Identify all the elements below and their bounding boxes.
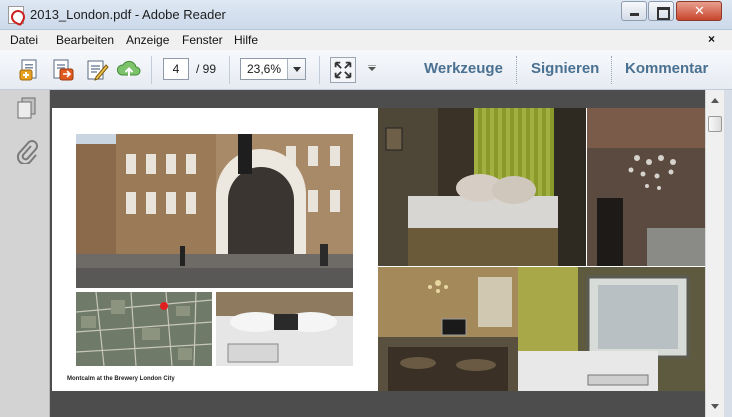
adobe-reader-icon [8, 6, 24, 24]
maximize-button[interactable] [648, 1, 674, 21]
navigation-pane [0, 90, 50, 417]
attachments-icon[interactable] [16, 140, 38, 164]
scroll-thumb[interactable] [708, 116, 722, 132]
chandelier-photo [587, 108, 705, 266]
scroll-down-icon[interactable] [711, 404, 719, 413]
menu-bearbeiten[interactable]: Bearbeiten [56, 33, 114, 47]
vertical-scrollbar[interactable] [705, 90, 724, 417]
title-bar: 2013_London.pdf - Adobe Reader [0, 0, 732, 30]
page-total: / 99 [196, 62, 217, 76]
menu-bar: Datei Bearbeiten Anzeige Fenster Hilfe × [0, 30, 732, 50]
location-map-image [76, 292, 212, 366]
window-border [724, 90, 732, 417]
fit-page-icon[interactable] [330, 57, 356, 83]
toolbar-separator [611, 56, 612, 84]
menu-fenster[interactable]: Fenster [182, 33, 223, 47]
menu-anzeige[interactable]: Anzeige [126, 33, 169, 47]
scroll-up-icon[interactable] [711, 94, 719, 103]
toolbar-options-icon[interactable] [368, 65, 376, 71]
werkzeuge-tab[interactable]: Werkzeuge [424, 60, 503, 77]
close-document-button[interactable]: × [708, 32, 715, 46]
signieren-tab[interactable]: Signieren [531, 60, 599, 77]
hotel-exterior-photo [76, 134, 353, 288]
create-pdf-icon[interactable] [17, 57, 43, 83]
zoom-select[interactable]: 23,6% [240, 58, 306, 80]
page-number-input[interactable]: 4 [163, 58, 189, 80]
chevron-down-icon[interactable] [287, 59, 305, 79]
kommentar-tab[interactable]: Kommentar [625, 60, 708, 77]
menu-hilfe[interactable]: Hilfe [234, 33, 258, 47]
close-window-button[interactable] [676, 1, 722, 21]
minimize-button[interactable] [621, 1, 647, 21]
export-pdf-icon[interactable] [50, 57, 76, 83]
hotel-room-bed-photo [216, 292, 353, 366]
toolbar: 4 / 99 23,6% Werkzeuge Signieren Komment… [0, 50, 732, 90]
window-title: 2013_London.pdf - Adobe Reader [30, 7, 226, 22]
zoom-value: 23,6% [247, 62, 282, 76]
cloud-upload-icon[interactable] [116, 57, 142, 83]
menu-datei[interactable]: Datei [10, 33, 38, 47]
toolbar-separator [229, 56, 230, 84]
toolbar-separator [151, 56, 152, 84]
hotel-bedroom-photo [378, 108, 586, 266]
toolbar-separator [516, 56, 517, 84]
edit-form-icon[interactable] [84, 57, 110, 83]
photo-caption: Montcalm at the Brewery London City [67, 376, 175, 382]
toolbar-separator [319, 56, 320, 84]
page-thumbnails-icon[interactable] [16, 96, 38, 120]
hotel-bathroom-photo [518, 267, 705, 391]
hotel-lounge-photo [378, 267, 518, 391]
